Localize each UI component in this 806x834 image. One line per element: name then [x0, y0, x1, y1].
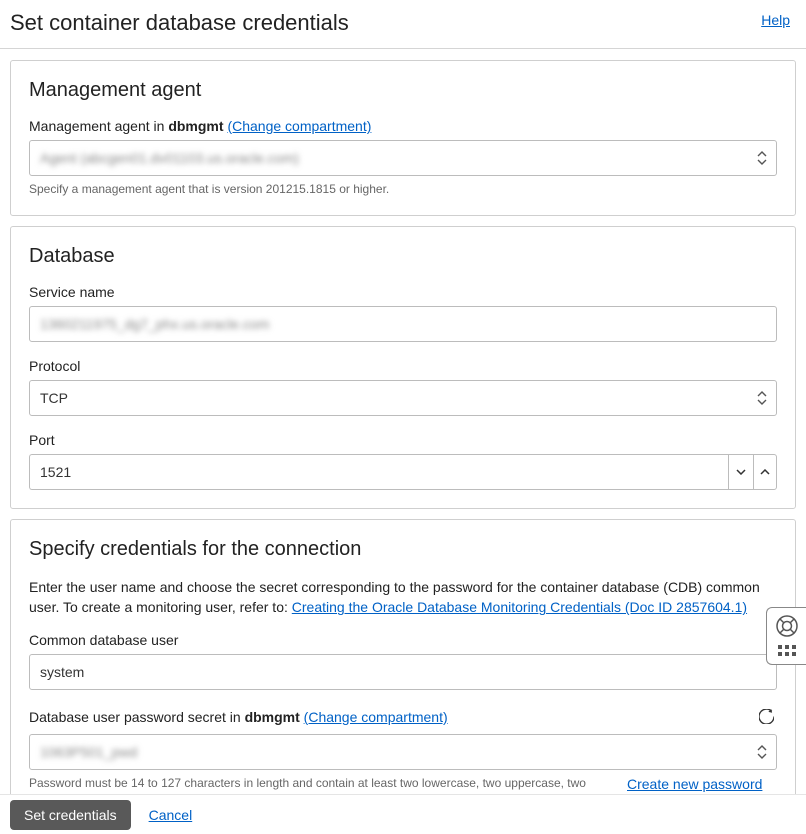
section-credentials: Specify credentials for the connection E… — [10, 519, 796, 794]
cancel-button[interactable]: Cancel — [149, 807, 193, 823]
service-name-value: 1360211975_dg7_phx.us.oracle.com — [40, 316, 269, 332]
port-stepper — [29, 454, 777, 490]
grid-icon — [777, 644, 797, 658]
port-increment-button[interactable] — [753, 454, 777, 490]
create-secret-link[interactable]: Create new password secret — [627, 775, 777, 794]
protocol-select[interactable]: TCP — [29, 380, 777, 416]
port-label: Port — [29, 432, 777, 448]
lifebuoy-icon — [775, 614, 799, 638]
management-agent-hint: Specify a management agent that is versi… — [29, 181, 777, 197]
credentials-description: Enter the user name and choose the secre… — [29, 577, 777, 618]
secret-value: 1063P501_pwd — [40, 744, 137, 760]
set-credentials-button[interactable]: Set credentials — [10, 800, 131, 830]
section-title-credentials: Specify credentials for the connection — [29, 538, 777, 561]
service-name-label: Service name — [29, 284, 777, 300]
floating-help-widget[interactable] — [766, 607, 806, 665]
protocol-label: Protocol — [29, 358, 777, 374]
service-name-input[interactable]: 1360211975_dg7_phx.us.oracle.com — [29, 306, 777, 342]
secret-compartment-name: dbmgmt — [245, 709, 300, 725]
secret-label-text: Database user password secret in — [29, 709, 245, 725]
secret-label: Database user password secret in dbmgmt … — [29, 709, 749, 725]
protocol-value: TCP — [40, 390, 68, 406]
label-text: Management agent in — [29, 118, 168, 134]
secret-select[interactable]: 1063P501_pwd — [29, 734, 777, 770]
select-value: Agent (abcgen01.dv01103.us.oracle.com) — [40, 150, 299, 166]
section-title-management-agent: Management agent — [29, 79, 777, 102]
chevron-down-icon — [736, 469, 746, 475]
help-link[interactable]: Help — [761, 12, 790, 28]
section-title-database: Database — [29, 245, 777, 268]
change-compartment-link[interactable]: (Change compartment) — [227, 118, 371, 134]
port-decrement-button[interactable] — [728, 454, 752, 490]
common-user-input[interactable] — [29, 654, 777, 690]
page-title: Set container database credentials — [10, 10, 349, 36]
chevron-up-icon — [760, 469, 770, 475]
refresh-icon — [759, 709, 774, 724]
refresh-secrets-button[interactable] — [755, 706, 777, 728]
section-management-agent: Management agent Management agent in dbm… — [10, 60, 796, 216]
page-footer: Set credentials Cancel — [0, 794, 806, 834]
page-header: Set container database credentials Help — [0, 0, 806, 49]
monitoring-doc-link[interactable]: Creating the Oracle Database Monitoring … — [292, 599, 747, 615]
common-user-label: Common database user — [29, 632, 777, 648]
port-input[interactable] — [29, 454, 728, 490]
change-secret-compartment-link[interactable]: (Change compartment) — [304, 709, 448, 725]
secret-hint: Password must be 14 to 127 characters in… — [29, 775, 603, 794]
compartment-name: dbmgmt — [168, 118, 223, 134]
page-body: Management agent Management agent in dbm… — [0, 50, 806, 794]
management-agent-label: Management agent in dbmgmt (Change compa… — [29, 118, 777, 134]
section-database: Database Service name 1360211975_dg7_phx… — [10, 226, 796, 509]
management-agent-select[interactable]: Agent (abcgen01.dv01103.us.oracle.com) — [29, 140, 777, 176]
